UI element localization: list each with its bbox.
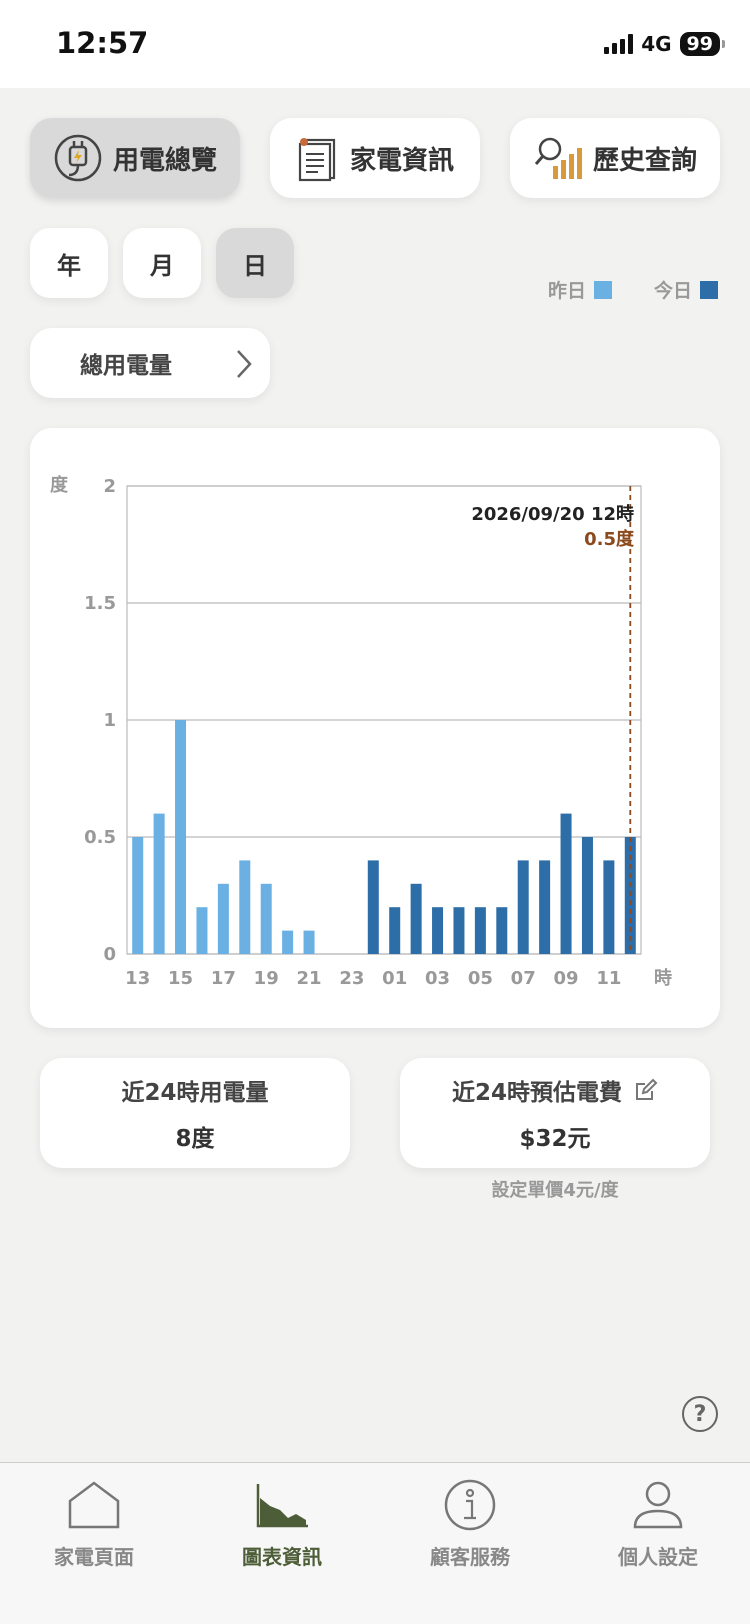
x-tick-label: 01	[382, 968, 407, 989]
stat-value: $32元	[519, 1126, 591, 1152]
legend-label: 今日	[654, 280, 693, 302]
total-usage-selector[interactable]: 總用電量	[30, 328, 270, 398]
bar	[410, 883, 422, 954]
tab-power-overview[interactable]: 用電總覽	[30, 118, 240, 198]
nav-label: 圖表資訊	[242, 1545, 322, 1569]
status-indicators: 4G 99	[604, 32, 726, 56]
status-bar: 12:57 4G 99	[0, 0, 750, 88]
tab-label: 家電資訊	[349, 145, 454, 176]
bar	[153, 813, 165, 954]
bar	[389, 907, 401, 954]
network-label: 4G	[641, 32, 672, 56]
bottom-navigation: 家電頁面 圖表資訊 顧客服務 個人設定	[0, 1462, 750, 1624]
period-day-button[interactable]: 日	[216, 228, 294, 298]
x-tick-label: 07	[511, 968, 536, 989]
bar	[581, 837, 593, 954]
plug-icon	[54, 134, 102, 182]
bar	[175, 720, 187, 954]
document-icon	[298, 138, 336, 182]
x-axis-label: 時	[654, 968, 672, 989]
legend-swatch	[594, 280, 613, 299]
x-tick-label: 09	[554, 968, 579, 989]
y-tick-label: 2	[103, 476, 116, 497]
bar	[282, 930, 294, 954]
bar	[496, 907, 508, 954]
x-tick-label: 23	[339, 968, 364, 989]
x-tick-label: 21	[297, 968, 322, 989]
bar	[260, 883, 272, 954]
usage-chart-card: 0 0.5 1 1.5 2 13 15 17 19 21 23 01 03 05 07 09 11 度 時 20…	[30, 428, 720, 1028]
tab-label: 用電總覽	[112, 145, 217, 176]
x-tick-label: 11	[596, 968, 621, 989]
cost-24h-card: 近24時預估電費 $32元	[400, 1058, 710, 1168]
bar	[132, 837, 144, 954]
chevron-right-icon	[237, 350, 252, 378]
legend-yesterday: 昨日	[548, 276, 613, 303]
period-month-button[interactable]: 月	[123, 228, 201, 298]
nav-label: 家電頁面	[54, 1545, 134, 1569]
y-tick-label: 0	[103, 944, 116, 965]
y-tick-label: 0.5	[84, 827, 116, 848]
tooltip-date: 2026/09/20 12時	[471, 504, 634, 525]
stat-value: 8度	[175, 1126, 215, 1152]
x-tick-label: 19	[254, 968, 279, 989]
x-tick-label: 15	[168, 968, 193, 989]
bar	[196, 907, 208, 954]
tooltip-value: 0.5度	[584, 528, 635, 550]
bar	[474, 907, 486, 954]
person-icon	[633, 1481, 683, 1529]
tab-label: 歷史查詢	[592, 145, 697, 176]
bar	[560, 813, 572, 954]
y-axis-label: 度	[50, 474, 69, 496]
bar	[517, 860, 529, 954]
y-tick-label: 1.5	[84, 593, 116, 614]
nav-customer-service[interactable]: 顧客服務	[376, 1463, 564, 1583]
bar	[539, 860, 551, 954]
tab-history-query[interactable]: 歷史查詢	[510, 118, 720, 198]
help-icon[interactable]: ?	[682, 1396, 718, 1432]
x-tick-label: 13	[125, 968, 150, 989]
bar	[453, 907, 465, 954]
unit-price-note: 設定單價4元/度	[491, 1180, 619, 1201]
home-icon	[68, 1481, 120, 1529]
nav-personal-settings[interactable]: 個人設定	[564, 1463, 750, 1583]
bar	[367, 860, 379, 954]
tab-appliance-info[interactable]: 家電資訊	[270, 118, 480, 198]
magnifier-chart-icon	[534, 137, 582, 179]
stat-title-row: 近24時預估電費	[452, 1073, 658, 1107]
clock: 12:57	[56, 26, 149, 60]
x-tick-label: 05	[468, 968, 493, 989]
bar	[432, 907, 444, 954]
selector-label: 總用電量	[80, 353, 172, 379]
bar	[303, 930, 315, 954]
x-tick-label: 03	[425, 968, 450, 989]
chart-icon	[256, 1484, 308, 1528]
bar	[239, 860, 251, 954]
signal-icon	[604, 34, 634, 54]
stat-title: 近24時預估電費	[451, 1080, 622, 1106]
battery-icon: 99	[679, 32, 726, 56]
usage-24h-card: 近24時用電量 8度	[40, 1058, 350, 1168]
nav-label: 個人設定	[618, 1545, 698, 1569]
edit-icon[interactable]	[634, 1078, 658, 1102]
bar	[217, 883, 229, 954]
x-tick-label: 17	[211, 968, 236, 989]
y-tick-label: 1	[103, 710, 116, 731]
info-icon	[444, 1479, 496, 1531]
legend-swatch	[700, 280, 719, 299]
legend-today: 今日	[654, 276, 719, 303]
nav-label: 顧客服務	[430, 1545, 510, 1569]
legend-label: 昨日	[548, 280, 587, 302]
nav-chart-info[interactable]: 圖表資訊	[188, 1463, 376, 1583]
usage-bar-chart: 0 0.5 1 1.5 2 13 15 17 19 21 23 01 03 05 07 09 11 度 時 20…	[50, 474, 672, 989]
nav-home[interactable]: 家電頁面	[0, 1463, 188, 1583]
period-year-button[interactable]: 年	[30, 228, 108, 298]
stat-title: 近24時用電量	[121, 1080, 269, 1106]
bar	[603, 860, 615, 954]
